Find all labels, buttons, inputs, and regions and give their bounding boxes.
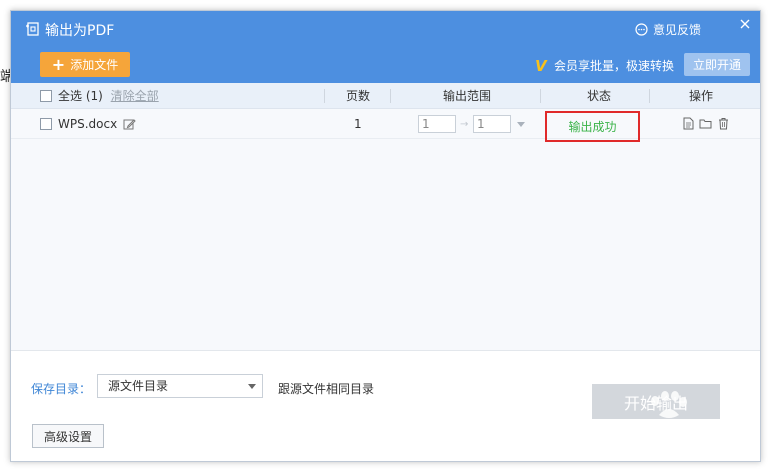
table-row: WPS.docx 1 1 → 1 输出成功 xyxy=(11,109,760,142)
file-name: WPS.docx xyxy=(58,117,118,131)
vip-promo-text: 会员享批量，极速转换 xyxy=(554,59,675,73)
column-separator xyxy=(540,89,541,103)
file-count: (1) xyxy=(85,89,103,103)
file-icon[interactable] xyxy=(682,117,695,130)
dialog-header: 输出为PDF 意见反馈 + 添加文件 V 会员享批量，极速转换 立即开通 xyxy=(11,11,760,83)
chevron-down-icon[interactable] xyxy=(517,122,525,127)
add-file-button[interactable]: + 添加文件 xyxy=(40,52,130,77)
column-header-pages: 页数 xyxy=(346,89,371,103)
column-header-range: 输出范围 xyxy=(443,89,492,103)
status-highlight: 输出成功 xyxy=(545,111,640,142)
file-list: 全选 (1) 清除全部 页数 输出范围 状态 操作 WPS.docx 1 1 →… xyxy=(11,83,760,351)
vip-v-icon: V xyxy=(535,57,547,75)
close-icon[interactable] xyxy=(737,16,753,32)
select-all-header: 全选 (1) 清除全部 xyxy=(58,83,159,109)
status-badge: 输出成功 xyxy=(568,120,617,134)
column-header-status: 状态 xyxy=(587,89,612,103)
export-pdf-dialog: 输出为PDF 意见反馈 + 添加文件 V 会员享批量，极速转换 立即开通 全选 xyxy=(10,10,761,462)
column-header-actions: 操作 xyxy=(689,89,714,103)
edit-icon[interactable] xyxy=(123,118,136,131)
plus-icon: + xyxy=(51,54,66,74)
feedback-label: 意见反馈 xyxy=(653,23,702,37)
open-vip-button[interactable]: 立即开通 xyxy=(684,53,750,76)
table-header: 全选 (1) 清除全部 页数 输出范围 状态 操作 xyxy=(11,83,760,109)
column-separator xyxy=(649,89,650,103)
feedback-icon xyxy=(635,23,648,36)
save-dir-hint: 跟源文件相同目录 xyxy=(278,382,375,396)
save-dir-select[interactable]: 源文件目录 xyxy=(97,374,263,398)
dialog-title: 输出为PDF xyxy=(45,23,115,39)
save-dir-value: 源文件目录 xyxy=(108,379,169,393)
chevron-down-icon xyxy=(248,384,256,389)
save-dir-label: 保存目录： xyxy=(31,382,92,396)
clear-all-link[interactable]: 清除全部 xyxy=(111,89,159,103)
column-separator xyxy=(324,89,325,103)
trash-icon[interactable] xyxy=(717,117,730,130)
advanced-settings-button[interactable]: 高级设置 xyxy=(32,424,104,448)
column-separator xyxy=(390,89,391,103)
feedback-link[interactable]: 意见反馈 xyxy=(635,21,701,38)
arrow-right-icon: → xyxy=(460,119,469,130)
page-count: 1 xyxy=(354,117,362,131)
add-file-label: 添加文件 xyxy=(70,58,119,72)
paw-watermark-icon xyxy=(651,391,687,418)
pdf-export-icon xyxy=(26,22,39,36)
range-to-input[interactable]: 1 xyxy=(473,115,511,133)
folder-icon[interactable] xyxy=(699,117,712,130)
select-all-label: 全选 xyxy=(58,89,83,103)
row-checkbox[interactable] xyxy=(40,118,52,130)
select-all-checkbox[interactable] xyxy=(40,90,52,102)
range-from-input[interactable]: 1 xyxy=(418,115,456,133)
